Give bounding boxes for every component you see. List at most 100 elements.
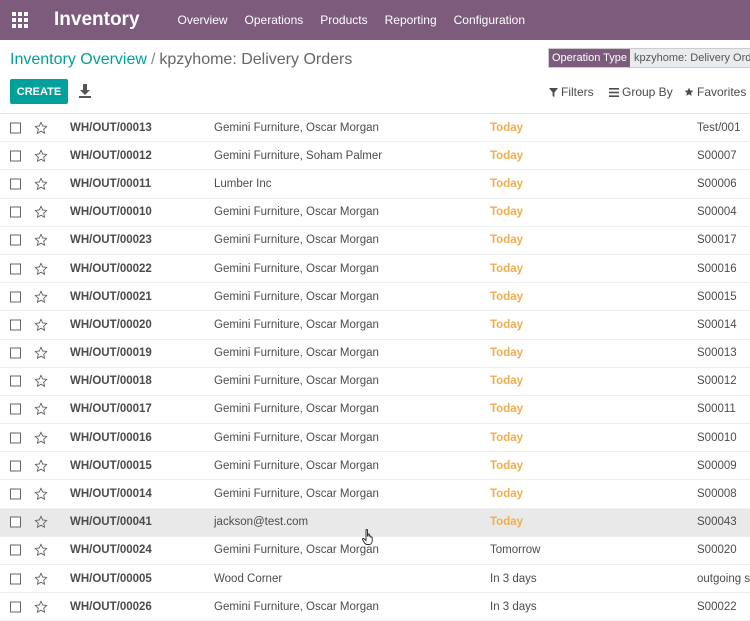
- download-icon[interactable]: [79, 84, 91, 98]
- filter-icon: [549, 87, 558, 97]
- row-checkbox[interactable]: [10, 544, 21, 556]
- priority-star-icon[interactable]: [34, 205, 48, 219]
- table-row[interactable]: WH/OUT/00018 Gemini Furniture, Oscar Morg…: [0, 368, 750, 396]
- row-reference: WH/OUT/00019: [70, 347, 152, 360]
- table-row[interactable]: WH/OUT/00020 Gemini Furniture, Oscar Morg…: [0, 311, 750, 340]
- row-source-document: S00043: [697, 516, 737, 529]
- table-row[interactable]: WH/OUT/00012 Gemini Furniture, Soham Palm…: [0, 142, 750, 171]
- search-facet-value[interactable]: kpzyhome: Delivery Orders: [630, 49, 750, 67]
- table-row[interactable]: WH/OUT/00021 Gemini Furniture, Oscar Morg…: [0, 283, 750, 312]
- row-scheduled-date: Tomorrow: [490, 544, 541, 557]
- priority-star-icon[interactable]: [34, 290, 48, 304]
- row-reference: WH/OUT/00013: [70, 121, 152, 134]
- row-source-document: S00016: [697, 262, 737, 275]
- row-checkbox[interactable]: [10, 375, 21, 387]
- create-button[interactable]: CREATE: [10, 79, 68, 104]
- favorites-button[interactable]: Favorites: [684, 85, 746, 99]
- priority-star-icon[interactable]: [34, 600, 48, 614]
- row-partner: Gemini Furniture, Oscar Morgan: [214, 403, 379, 416]
- row-checkbox[interactable]: [10, 178, 21, 190]
- row-checkbox[interactable]: [10, 291, 21, 303]
- table-row[interactable]: WH/OUT/00011 Lumber Inc Today S00006: [0, 170, 750, 199]
- table-row[interactable]: WH/OUT/00010 Gemini Furniture, Oscar Morg…: [0, 199, 750, 227]
- row-source-document: S00004: [697, 206, 737, 219]
- menu-overview[interactable]: Overview: [178, 13, 228, 27]
- row-source-document: S00009: [697, 459, 737, 472]
- row-partner: Gemini Furniture, Oscar Morgan: [214, 488, 379, 501]
- priority-star-icon[interactable]: [34, 318, 48, 332]
- table-row[interactable]: WH/OUT/00022 Gemini Furniture, Oscar Morg…: [0, 255, 750, 284]
- row-reference: WH/OUT/00010: [70, 206, 152, 219]
- row-partner: Wood Corner: [214, 572, 283, 585]
- row-reference: WH/OUT/00014: [70, 488, 152, 501]
- priority-star-icon[interactable]: [34, 149, 48, 163]
- row-checkbox[interactable]: [10, 432, 21, 444]
- table-row[interactable]: WH/OUT/00024 Gemini Furniture, Oscar Morg…: [0, 537, 750, 565]
- priority-star-icon[interactable]: [34, 515, 48, 529]
- priority-star-icon[interactable]: [34, 402, 48, 416]
- table-row[interactable]: WH/OUT/00016 Gemini Furniture, Oscar Morg…: [0, 424, 750, 453]
- table-row[interactable]: WH/OUT/00014 Gemini Furniture, Oscar Morg…: [0, 480, 750, 509]
- row-scheduled-date: Today: [490, 403, 524, 416]
- row-scheduled-date: Today: [490, 516, 524, 529]
- priority-star-icon[interactable]: [34, 177, 48, 191]
- row-source-document: outgoing s: [697, 572, 750, 585]
- menu-reporting[interactable]: Reporting: [385, 13, 437, 27]
- row-checkbox[interactable]: [10, 206, 21, 218]
- row-checkbox[interactable]: [10, 234, 21, 246]
- priority-star-icon[interactable]: [34, 262, 48, 276]
- table-row[interactable]: WH/OUT/00019 Gemini Furniture, Oscar Morg…: [0, 340, 750, 368]
- priority-star-icon[interactable]: [34, 543, 48, 557]
- row-reference: WH/OUT/00015: [70, 459, 152, 472]
- breadcrumb-separator: /: [150, 51, 156, 68]
- menu-operations[interactable]: Operations: [245, 13, 304, 27]
- row-source-document: S00014: [697, 318, 737, 331]
- table-row[interactable]: WH/OUT/00041 jackson@test.com Today S00043: [0, 508, 750, 537]
- menu-products[interactable]: Products: [320, 13, 367, 27]
- row-checkbox[interactable]: [10, 460, 21, 472]
- row-checkbox[interactable]: [10, 347, 21, 359]
- table-row[interactable]: WH/OUT/00013 Gemini Furniture, Oscar Morg…: [0, 114, 750, 143]
- row-source-document: S00015: [697, 290, 737, 303]
- priority-star-icon[interactable]: [34, 431, 48, 445]
- priority-star-icon[interactable]: [34, 121, 48, 135]
- table-row[interactable]: WH/OUT/00023 Gemini Furniture, Oscar Morg…: [0, 227, 750, 255]
- menu-configuration[interactable]: Configuration: [454, 13, 525, 27]
- row-checkbox[interactable]: [10, 263, 21, 275]
- app-name[interactable]: Inventory: [54, 9, 140, 31]
- row-scheduled-date: In 3 days: [490, 572, 537, 585]
- row-checkbox[interactable]: [10, 601, 21, 613]
- row-scheduled-date: Today: [490, 121, 524, 134]
- row-scheduled-date: In 3 days: [490, 600, 537, 613]
- row-scheduled-date: Today: [490, 262, 524, 275]
- top-navbar: Inventory Overview Operations Products R…: [0, 0, 750, 40]
- row-checkbox[interactable]: [10, 319, 21, 331]
- row-source-document: S00008: [697, 488, 737, 501]
- priority-star-icon[interactable]: [34, 459, 48, 473]
- row-checkbox[interactable]: [10, 122, 21, 134]
- favorites-star-icon: [684, 87, 694, 96]
- row-checkbox[interactable]: [10, 150, 21, 162]
- group-by-button[interactable]: Group By: [609, 85, 673, 99]
- table-row[interactable]: WH/OUT/00017 Gemini Furniture, Oscar Morg…: [0, 396, 750, 425]
- table-row[interactable]: WH/OUT/00005 Wood Corner In 3 days outgoing…: [0, 565, 750, 594]
- priority-star-icon[interactable]: [34, 346, 48, 360]
- group-by-icon: [609, 87, 619, 97]
- priority-star-icon[interactable]: [34, 233, 48, 247]
- filters-button[interactable]: Filters: [549, 85, 594, 99]
- priority-star-icon[interactable]: [34, 572, 48, 586]
- row-checkbox[interactable]: [10, 488, 21, 500]
- apps-menu-icon[interactable]: [0, 0, 40, 40]
- table-row[interactable]: WH/OUT/00015 Gemini Furniture, Oscar Morg…: [0, 452, 750, 481]
- priority-star-icon[interactable]: [34, 374, 48, 388]
- row-checkbox[interactable]: [10, 403, 21, 415]
- priority-star-icon[interactable]: [34, 487, 48, 501]
- search-box[interactable]: Operation Type kpzyhome: Delivery Orders: [548, 48, 750, 68]
- row-reference: WH/OUT/00012: [70, 149, 152, 162]
- row-scheduled-date: Today: [490, 177, 524, 190]
- row-checkbox[interactable]: [10, 516, 21, 528]
- filters-label: Filters: [561, 85, 594, 99]
- row-checkbox[interactable]: [10, 573, 21, 585]
- table-row[interactable]: WH/OUT/00026 Gemini Furniture, Oscar Morg…: [0, 593, 750, 621]
- breadcrumb-parent-link[interactable]: Inventory Overview: [10, 51, 147, 68]
